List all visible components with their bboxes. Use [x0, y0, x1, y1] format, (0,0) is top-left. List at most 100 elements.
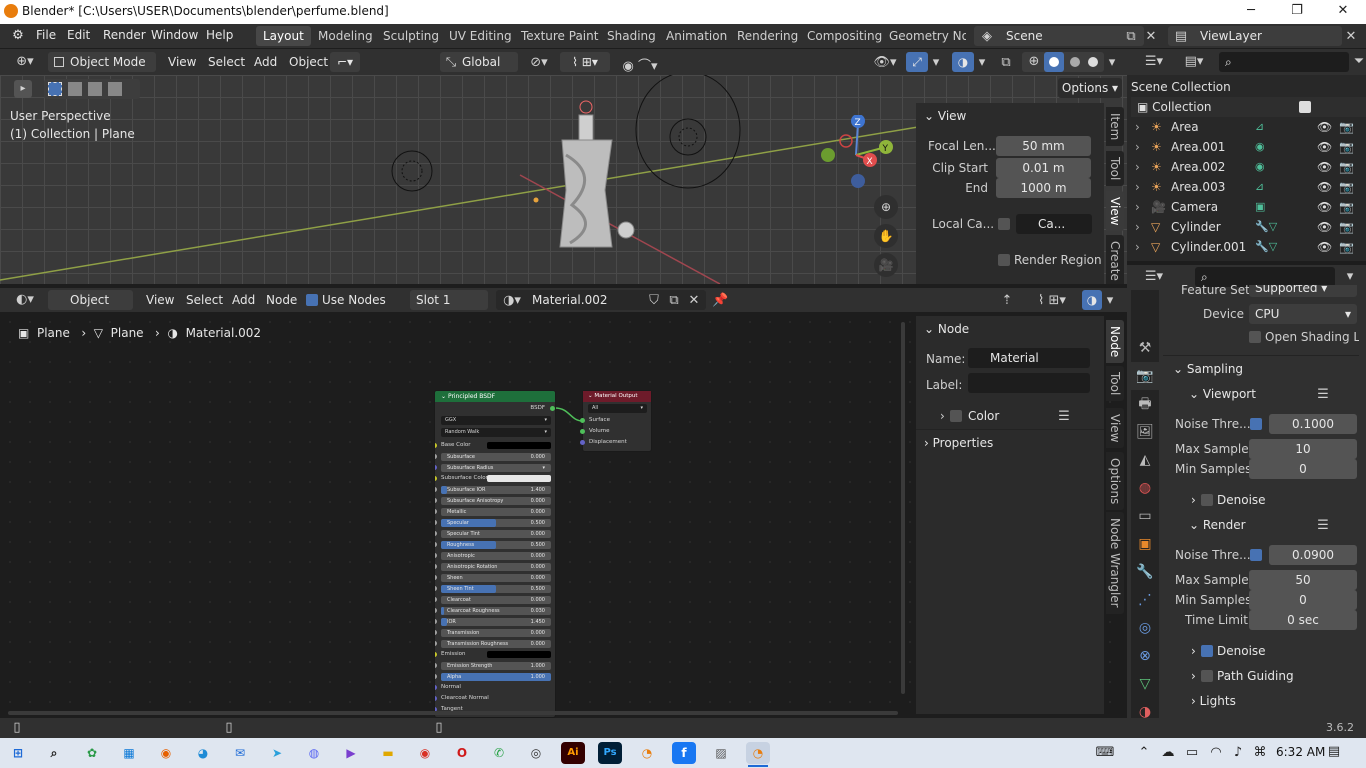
properties-panel-header[interactable]: › Properties — [924, 436, 993, 450]
value-slider[interactable]: Subsurface 0.000 — [441, 452, 551, 461]
blender-active-icon[interactable]: ◔ — [746, 742, 770, 764]
properties-search-input[interactable]: ⌕ — [1195, 267, 1335, 287]
expand-arrow-icon[interactable]: › — [1135, 157, 1140, 177]
r-min-samples-field[interactable]: 0 — [1249, 590, 1357, 610]
view-layer-tab-icon[interactable]: 🖼 — [1131, 418, 1159, 446]
wifi-icon[interactable]: ◠ — [1208, 745, 1224, 760]
edge-icon[interactable]: ◕ — [191, 742, 215, 764]
sidebar-tab-item[interactable]: Item — [1106, 107, 1124, 147]
displacement-socket[interactable] — [580, 440, 585, 445]
pan-hand-icon[interactable]: ✋ — [874, 224, 898, 248]
input-socket[interactable] — [435, 586, 437, 591]
path-guiding-expand[interactable]: › — [1191, 669, 1196, 683]
node-panel-header[interactable]: ⌄ Node — [924, 322, 969, 336]
bsdf-input-row[interactable]: Subsurface Radius ▾ — [435, 462, 555, 473]
expand-arrow-icon[interactable]: › — [1135, 197, 1140, 217]
local-camera-checkbox[interactable] — [998, 218, 1010, 230]
focal-length-field[interactable]: 50 mm — [996, 136, 1091, 156]
tool-tab-icon[interactable]: ⚒ — [1131, 334, 1159, 362]
bsdf-input-row[interactable]: Sheen Tint 0.500 — [435, 583, 555, 594]
input-socket[interactable] — [435, 520, 437, 525]
tray-chevron-icon[interactable]: ⌃ — [1136, 745, 1152, 760]
bsdf-input-row[interactable]: Transmission Roughness 0.000 — [435, 638, 555, 649]
r-denoise-expand[interactable]: › — [1191, 644, 1196, 658]
remove-view-layer-icon[interactable]: ✕ — [1344, 29, 1358, 44]
node-overlay-icon[interactable]: ◑ — [1082, 290, 1102, 310]
select-invert-icon[interactable] — [108, 82, 122, 96]
start-icon[interactable]: ⊞ — [6, 742, 30, 764]
bsdf-input-row[interactable]: Subsurface IOR 1.400 — [435, 484, 555, 495]
bsdf-header[interactable]: ⌄ Principled BSDF — [435, 391, 555, 402]
outliner-row[interactable]: › 🎥 Camera ▣ 👁 📷 — [1127, 197, 1366, 217]
color-presets-icon[interactable]: ☰ — [1056, 409, 1072, 424]
mail-icon[interactable]: ✉ — [228, 742, 252, 764]
output-target-dropdown[interactable]: All ▾ — [588, 404, 647, 413]
wireframe-shading-icon[interactable]: ⊕ — [1026, 54, 1042, 69]
node-tab-node-wrangler[interactable]: Node Wrangler — [1106, 512, 1124, 614]
bsdf-input-row[interactable]: Clearcoat Normal — [435, 693, 555, 704]
bsdf-input-row[interactable]: Subsurface Color — [435, 473, 555, 484]
slot-selector[interactable]: Slot 1 — [410, 290, 488, 310]
input-socket[interactable] — [435, 663, 437, 668]
outliner-display-mode-icon[interactable]: ▤▾ — [1179, 54, 1209, 69]
shader-type-selector[interactable]: Object — [48, 290, 133, 310]
input-socket[interactable] — [435, 443, 437, 448]
bsdf-input-row[interactable]: Transmission 0.000 — [435, 627, 555, 638]
r-noise-field[interactable]: 0.0900 — [1269, 545, 1357, 565]
node-editor-vscrollbar[interactable] — [901, 322, 905, 694]
snap-icon[interactable]: ⌇ ⊞▾ — [560, 52, 610, 72]
input-socket[interactable] — [435, 564, 437, 569]
firefox-icon[interactable]: ◉ — [154, 742, 178, 764]
battery-icon[interactable]: ▭ — [1184, 745, 1200, 760]
input-socket[interactable] — [435, 652, 437, 657]
visibility-eye-icon[interactable]: 👁 — [1317, 137, 1332, 157]
blender-menu-icon[interactable]: ⚙ — [8, 28, 28, 43]
mode-selector[interactable]: Object Mode — [48, 52, 156, 72]
bsdf-input-row[interactable]: Subsurface 0.000 — [435, 451, 555, 462]
node-menu-add[interactable]: Add — [232, 293, 255, 307]
rendered-shading-icon[interactable] — [1088, 57, 1098, 67]
color-swatch[interactable] — [487, 651, 551, 658]
media-player-icon[interactable]: ▶ — [339, 742, 363, 764]
value-slider[interactable]: Specular 0.500 — [441, 518, 551, 527]
search-icon[interactable]: ⌕ — [42, 742, 66, 764]
render-camera-icon[interactable]: 📷 — [1339, 217, 1354, 237]
visibility-eye-icon[interactable]: 👁 — [1317, 117, 1332, 137]
tab-layout[interactable]: Layout — [256, 26, 311, 46]
osl-checkbox[interactable] — [1249, 331, 1261, 343]
select-extend-icon[interactable] — [68, 82, 82, 96]
tab-compositing[interactable]: Compositing — [800, 26, 889, 46]
viewport-subpanel-header[interactable]: ⌄ Viewport — [1189, 387, 1256, 401]
material-shading-icon[interactable] — [1070, 57, 1080, 67]
overlay-dropdown-icon[interactable]: ▾ — [976, 55, 988, 70]
render-camera-icon[interactable]: 📷 — [1339, 137, 1354, 157]
expand-arrow-icon[interactable]: › — [1135, 117, 1140, 137]
expand-arrow-icon[interactable]: › — [1135, 137, 1140, 157]
input-socket[interactable] — [435, 597, 437, 602]
node-menu-select[interactable]: Select — [186, 293, 223, 307]
node-tab-view[interactable]: View — [1106, 408, 1124, 449]
clip-start-field[interactable]: 0.01 m — [996, 158, 1091, 178]
shading-dropdown-icon[interactable]: ▾ — [1106, 55, 1118, 70]
bsdf-input-row[interactable]: Metallic 0.000 — [435, 506, 555, 517]
viewport-menu-view[interactable]: View — [168, 55, 196, 69]
pivot-icon[interactable]: ⊘▾ — [526, 55, 552, 70]
visibility-eye-icon[interactable]: 👁 — [1317, 217, 1332, 237]
properties-editor-icon[interactable]: ☰▾ — [1139, 269, 1169, 284]
device-dropdown[interactable]: CPU ▾ — [1249, 304, 1357, 324]
bsdf-input-row[interactable]: IOR 1.450 — [435, 616, 555, 627]
color-expand-icon[interactable]: › — [940, 409, 945, 423]
value-slider[interactable]: IOR 1.450 — [441, 617, 551, 626]
render-camera-icon[interactable]: 📷 — [1339, 197, 1354, 217]
expand-arrow-icon[interactable]: › — [1135, 177, 1140, 197]
value-slider[interactable]: Clearcoat 0.000 — [441, 595, 551, 604]
input-socket[interactable] — [435, 641, 437, 646]
overlay-toggle-icon[interactable]: ◑ — [952, 52, 974, 72]
outliner-row[interactable]: › ▽ Cylinder 🔧▽ 👁 📷 — [1127, 217, 1366, 237]
bsdf-input-row[interactable]: Alpha 1.000 — [435, 671, 555, 682]
render-region-checkbox[interactable] — [998, 254, 1010, 266]
value-slider[interactable]: Metallic 0.000 — [441, 507, 551, 516]
scene-collection-row[interactable]: Scene Collection — [1131, 77, 1366, 97]
xray-icon[interactable]: ⧉ — [996, 55, 1016, 70]
fake-user-icon[interactable]: ⛉ — [646, 293, 662, 308]
